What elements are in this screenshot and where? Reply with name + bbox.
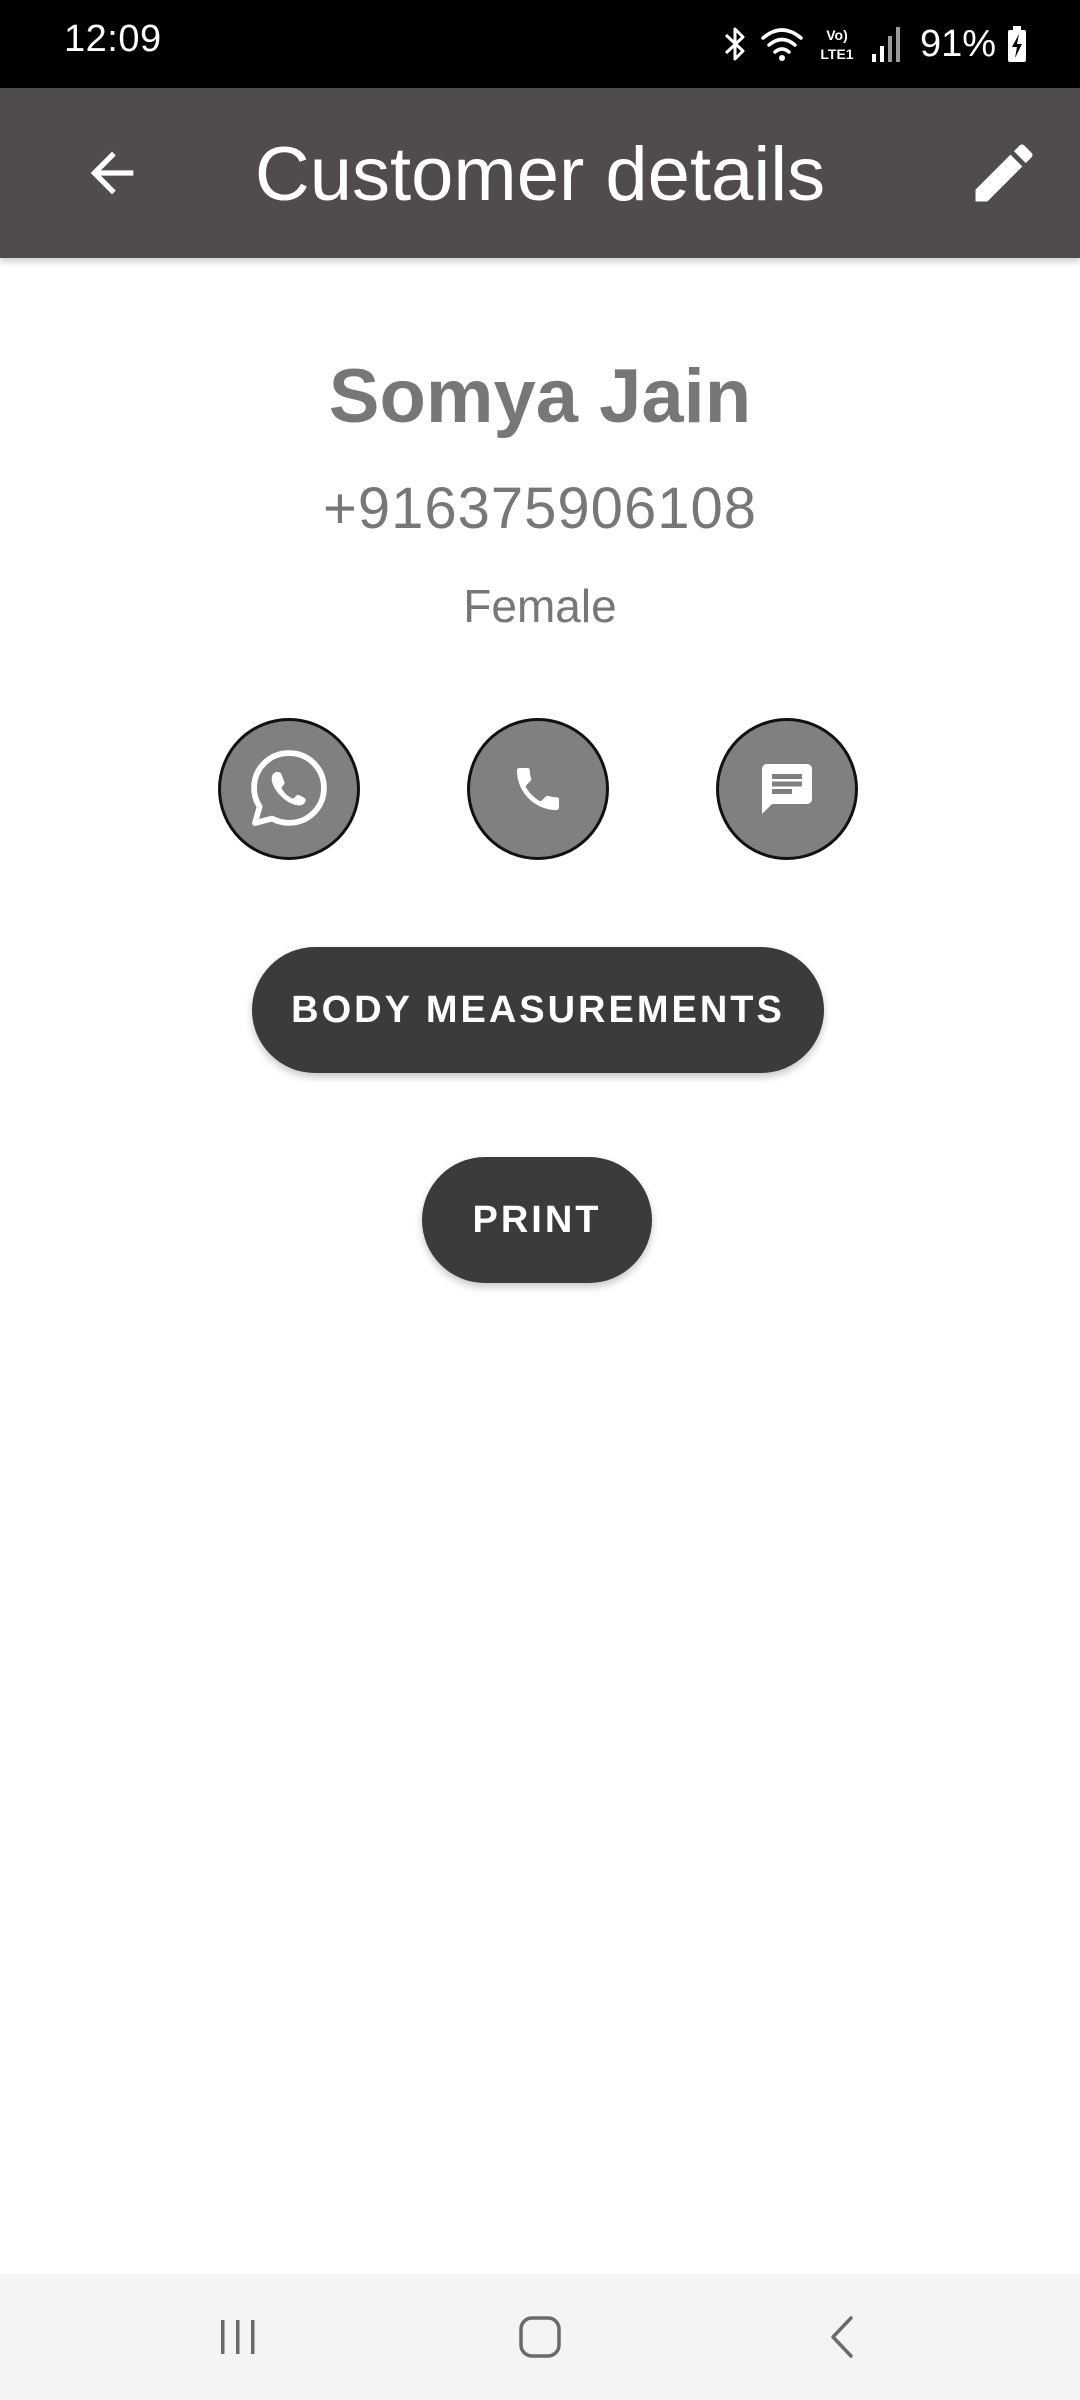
navigation-bar: [0, 2274, 1080, 2400]
customer-gender: Female: [463, 580, 617, 632]
recents-button[interactable]: [198, 2297, 278, 2377]
svg-text:LTE1: LTE1: [820, 46, 853, 62]
whatsapp-button[interactable]: [218, 718, 360, 860]
customer-details-screen: 12:09 Vo) LTE1 91% Customer details Somy…: [0, 0, 1080, 2400]
customer-name: Somya Jain: [328, 354, 752, 439]
app-bar: Customer details: [0, 88, 1080, 258]
recents-icon: [221, 2320, 255, 2354]
page-title: Customer details: [254, 132, 826, 217]
battery-percentage: 91%: [919, 22, 996, 65]
battery-charging-icon: [1008, 26, 1026, 62]
volte-icon: Vo) LTE1: [820, 27, 853, 62]
home-icon: [519, 2316, 561, 2358]
status-icons: Vo) LTE1 91%: [720, 22, 1028, 66]
whatsapp-icon: [251, 750, 327, 826]
home-button[interactable]: [500, 2297, 580, 2377]
status-bar: 12:09 Vo) LTE1 91%: [0, 0, 1080, 88]
customer-phone: +916375906108: [323, 476, 757, 541]
wifi-icon: [761, 28, 803, 61]
message-button[interactable]: [716, 718, 858, 860]
status-time: 12:09: [64, 18, 162, 60]
network-label: Vo): [826, 27, 848, 43]
body-measurements-button[interactable]: BODY MEASUREMENTS: [252, 947, 824, 1073]
bluetooth-icon: [724, 27, 745, 61]
edit-button[interactable]: [964, 133, 1044, 213]
back-chevron-icon: [831, 2316, 853, 2358]
phone-icon: [517, 768, 559, 810]
call-button[interactable]: [467, 718, 609, 860]
pencil-icon: [975, 144, 1033, 202]
print-button[interactable]: PRINT: [422, 1157, 652, 1283]
message-icon: [762, 764, 812, 814]
system-back-button[interactable]: [802, 2297, 882, 2377]
signal-icon: [871, 27, 900, 62]
